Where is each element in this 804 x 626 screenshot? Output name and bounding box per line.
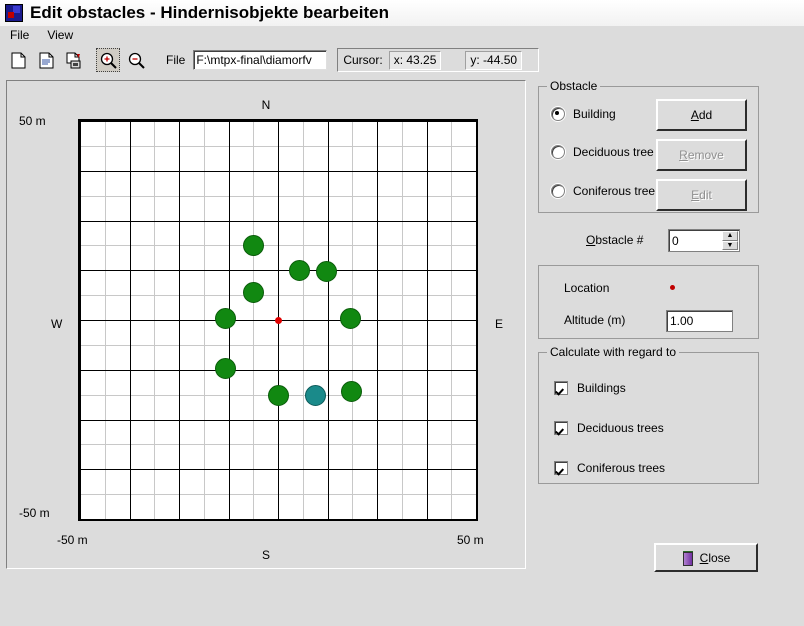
menu-item-view[interactable]: View — [39, 27, 81, 43]
save-file-icon[interactable] — [62, 48, 86, 72]
checkbox-buildings[interactable]: Buildings — [554, 381, 626, 395]
axis-tick-bottom: -50 m — [19, 506, 50, 520]
obstacle-marker[interactable] — [267, 385, 289, 407]
radio-indicator-deciduous-tree — [551, 145, 565, 159]
location-marker-icon — [670, 285, 675, 290]
exit-door-icon — [682, 550, 694, 566]
gridline-horizontal-major — [80, 420, 476, 421]
altitude-label: Altitude (m) — [564, 313, 626, 327]
obstacle-marker[interactable] — [242, 281, 264, 303]
checkbox-deciduous-trees[interactable]: Deciduous trees — [554, 421, 664, 435]
radio-label-coniferous-tree: Coniferous tree — [573, 184, 656, 198]
close-button-label-rest: lose — [708, 550, 731, 565]
edit-button[interactable]: Edit — [656, 179, 747, 211]
cursor-y-value: y: -44.50 — [465, 50, 523, 70]
remove-button-label-rest: emove — [687, 148, 724, 162]
gridline-horizontal-major — [80, 469, 476, 470]
radio-coniferous-tree[interactable]: Coniferous tree — [551, 184, 655, 198]
radio-indicator-building — [551, 107, 565, 121]
gridline-horizontal-major — [80, 370, 476, 371]
file-label: File — [166, 53, 186, 67]
gridline-horizontal-major — [80, 270, 476, 271]
edit-button-label-rest: dit — [699, 188, 712, 202]
cursor-readout: Cursor: x: 43.25 y: -44.50 — [337, 48, 540, 72]
checkbox-indicator-deciduous-trees — [554, 421, 568, 435]
application-window: Edit obstacles - Hindernisobjekte bearbe… — [0, 0, 804, 626]
radio-deciduous-tree[interactable]: Deciduous tree — [551, 145, 654, 159]
axis-label-east: E — [494, 317, 503, 331]
axis-tick-right: 50 m — [457, 533, 484, 547]
gridline-horizontal-major — [80, 121, 476, 122]
radio-indicator-coniferous-tree — [551, 184, 565, 198]
radio-building[interactable]: Building — [551, 107, 616, 121]
obstacle-marker[interactable] — [305, 385, 327, 407]
calculate-group-title: Calculate with regard to — [547, 345, 680, 359]
app-icon — [5, 4, 23, 22]
remove-button[interactable]: Remove — [656, 139, 747, 171]
obstacle-marker[interactable] — [339, 308, 361, 330]
cursor-x-value: x: 43.25 — [388, 50, 442, 70]
add-button[interactable]: Add — [656, 99, 747, 131]
new-file-icon[interactable] — [6, 48, 30, 72]
checkbox-indicator-buildings — [554, 381, 568, 395]
origin-marker — [274, 316, 282, 324]
add-button-label-rest: dd — [698, 108, 713, 122]
altitude-input[interactable]: 1.00 — [666, 310, 733, 332]
axis-label-south: S — [261, 548, 270, 562]
spin-up-icon[interactable]: ▲ — [722, 231, 738, 241]
obstacle-number-label: Obstacle # — [586, 233, 644, 247]
gridline-horizontal-major — [80, 221, 476, 222]
checkbox-label-coniferous-trees: Coniferous trees — [577, 461, 666, 475]
menu-bar: File View — [0, 26, 804, 44]
radio-label-building: Building — [573, 107, 616, 121]
open-file-icon[interactable] — [34, 48, 58, 72]
axis-tick-left: -50 m — [57, 533, 88, 547]
axis-label-west: W — [51, 317, 63, 331]
zoom-out-icon[interactable] — [124, 48, 148, 72]
menu-item-file[interactable]: File — [2, 27, 37, 43]
gridline-horizontal-major — [80, 519, 476, 520]
obstacle-marker[interactable] — [214, 358, 236, 380]
file-path-input[interactable]: F:\mtpx-final\diamorfv — [193, 50, 328, 70]
obstacle-number-spin-buttons[interactable]: ▲ ▼ — [722, 231, 738, 250]
map-panel: N S W E 50 m -50 m -50 m 50 m — [6, 80, 526, 569]
obstacle-marker[interactable] — [316, 260, 338, 282]
close-button[interactable]: Close — [654, 543, 758, 572]
obstacle-group-title: Obstacle — [547, 79, 601, 93]
location-label: Location — [564, 281, 610, 295]
obstacle-number-stepper[interactable]: 0 ▲ ▼ — [668, 229, 740, 252]
gridline-horizontal-major — [80, 171, 476, 172]
axis-label-north: N — [261, 98, 271, 112]
calculate-group: Calculate with regard to Buildings Decid… — [538, 345, 759, 484]
obstacle-number-value: 0 — [672, 233, 679, 248]
obstacle-map-plot[interactable] — [78, 119, 478, 521]
checkbox-coniferous-trees[interactable]: Coniferous trees — [554, 461, 665, 475]
gridline-vertical-major — [476, 121, 477, 519]
checkbox-label-buildings: Buildings — [577, 381, 626, 395]
checkbox-label-deciduous-trees: Deciduous trees — [577, 421, 664, 435]
checkbox-indicator-coniferous-trees — [554, 461, 568, 475]
cursor-label: Cursor: — [343, 53, 383, 67]
spin-down-icon[interactable]: ▼ — [722, 240, 738, 250]
toolbar: File F:\mtpx-final\diamorfv Cursor: x: 4… — [0, 44, 804, 76]
obstacle-marker[interactable] — [340, 381, 362, 403]
window-title: Edit obstacles - Hindernisobjekte bearbe… — [30, 3, 389, 22]
obstacle-marker[interactable] — [214, 307, 236, 329]
obstacle-marker[interactable] — [289, 259, 311, 281]
obstacle-marker[interactable] — [242, 234, 264, 256]
zoom-in-icon[interactable] — [96, 48, 120, 72]
axis-tick-top: 50 m — [19, 114, 46, 128]
radio-label-deciduous-tree: Deciduous tree — [573, 145, 654, 159]
title-bar: Edit obstacles - Hindernisobjekte bearbe… — [0, 0, 804, 27]
